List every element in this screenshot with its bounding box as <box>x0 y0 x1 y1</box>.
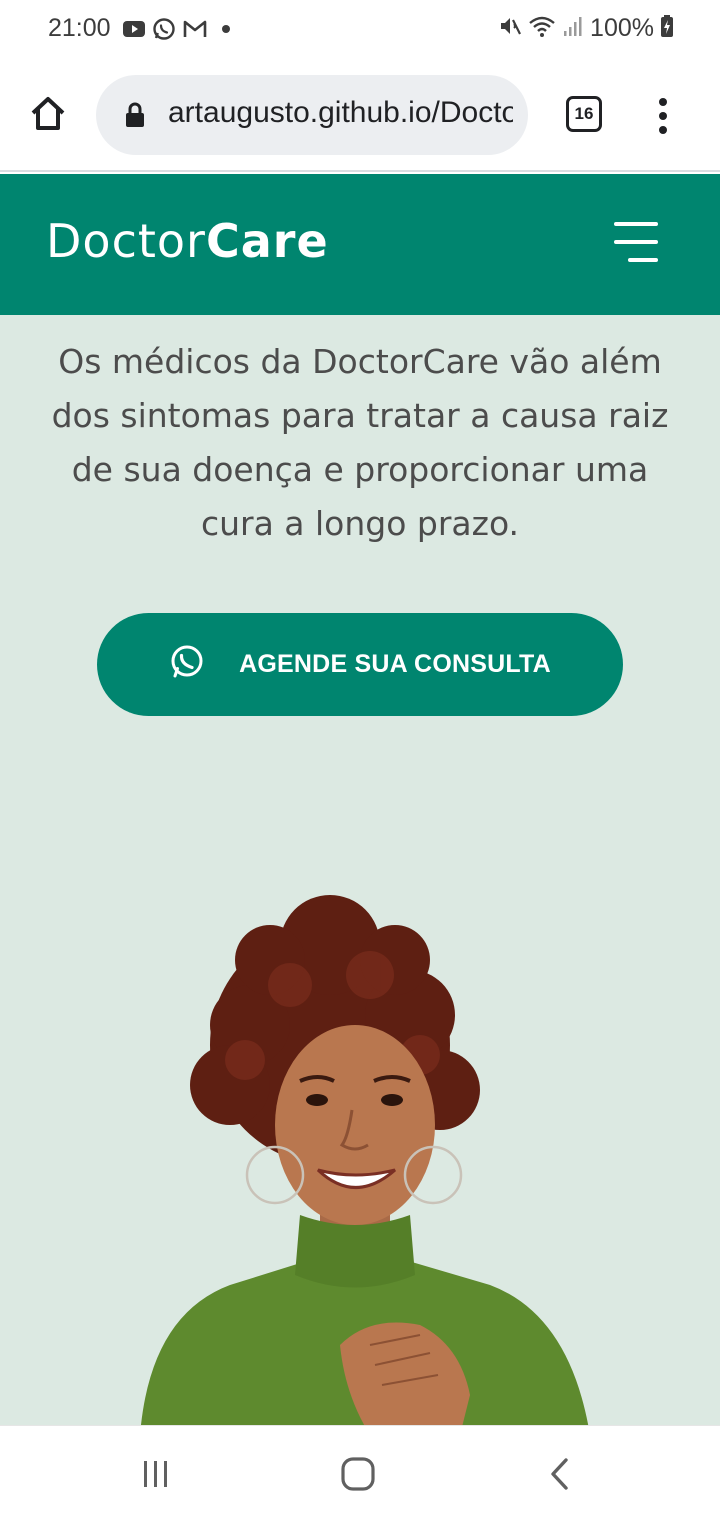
back-icon <box>551 1458 568 1490</box>
hero-section: Os médicos da DoctorCare vão além dos si… <box>0 315 720 1425</box>
browser-toolbar: artaugusto.github.io/DoctorCare 16 <box>0 60 720 172</box>
menu-line <box>614 222 658 226</box>
hero-description: Os médicos da DoctorCare vão além dos si… <box>51 342 669 543</box>
status-bar: 21:00 100% <box>0 0 720 60</box>
cta-label: AGENDE SUA CONSULTA <box>239 650 551 678</box>
system-navigation-bar <box>0 1425 720 1520</box>
home-icon <box>31 97 65 130</box>
logo[interactable]: DoctorCare <box>46 214 329 268</box>
menu-dot-icon <box>659 112 667 120</box>
browser-menu-button[interactable] <box>648 96 678 136</box>
menu-line <box>614 240 658 244</box>
menu-dot-icon <box>659 98 667 106</box>
tab-switcher-button[interactable]: 16 <box>566 96 602 132</box>
hero-photo <box>141 895 589 1425</box>
lock-icon <box>124 101 146 134</box>
notification-icons <box>122 17 236 46</box>
signal-icon <box>562 14 584 43</box>
menu-dot-icon <box>659 126 667 134</box>
status-time: 21:00 <box>48 14 111 42</box>
recent-apps-button[interactable] <box>138 1454 174 1494</box>
site-header: DoctorCare <box>0 174 720 315</box>
back-button[interactable] <box>544 1454 574 1494</box>
wifi-icon <box>528 14 556 43</box>
home-nav-icon <box>341 1457 375 1491</box>
mute-icon <box>498 14 522 43</box>
system-status: 100% <box>498 14 674 43</box>
hamburger-menu-button[interactable] <box>606 222 658 262</box>
dot-icon <box>214 19 236 44</box>
gmail-icon <box>182 19 208 44</box>
address-bar[interactable]: artaugusto.github.io/DoctorCare <box>96 75 528 155</box>
schedule-appointment-button[interactable]: AGENDE SUA CONSULTA <box>97 613 623 716</box>
logo-regular: Doctor <box>46 214 206 268</box>
whatsapp-icon <box>169 644 205 685</box>
home-nav-button[interactable] <box>338 1454 378 1494</box>
youtube-icon <box>122 19 146 44</box>
recent-apps-icon <box>144 1461 167 1487</box>
battery-charging-icon <box>660 14 674 43</box>
menu-line <box>628 258 658 262</box>
url-text: artaugusto.github.io/DoctorCare <box>168 96 513 129</box>
home-button[interactable] <box>24 90 72 138</box>
logo-bold: Care <box>205 214 329 268</box>
whatsapp-icon <box>152 17 176 46</box>
battery-level: 100% <box>590 14 654 42</box>
